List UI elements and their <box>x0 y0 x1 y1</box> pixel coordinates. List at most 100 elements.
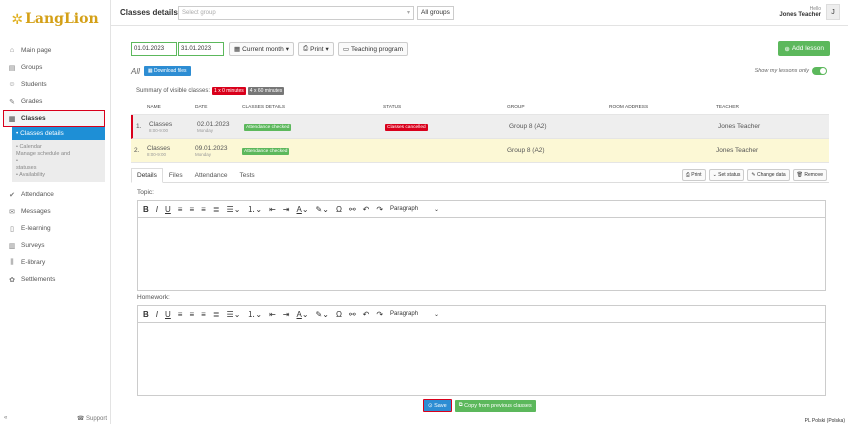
special-char-icon[interactable]: Ω <box>336 205 342 214</box>
current-month-button[interactable]: ▦ Current month ▾ <box>229 42 294 56</box>
date-to-input[interactable]: 31.01.2023 <box>178 42 224 56</box>
table-row[interactable]: 1. Classes 8:00-9:00 02.01.2023 Monday A… <box>131 115 829 139</box>
underline-icon[interactable]: U <box>165 205 171 214</box>
sidebar-item-grades[interactable]: ✎ Grades <box>0 93 110 110</box>
align-justify-icon[interactable]: ≣ <box>213 310 220 319</box>
remove-button[interactable]: 🗑 Remove <box>792 169 827 181</box>
sidebar-subitem-calendar[interactable]: • Calendar <box>12 144 105 151</box>
row-number: 2. <box>134 147 140 154</box>
column-header[interactable]: ROOM ADDRESS <box>609 105 716 110</box>
sidebar-subitem-classes-details[interactable]: • Classes details <box>12 127 105 140</box>
topic-text-area[interactable] <box>138 218 825 290</box>
sidebar-item-surveys[interactable]: ▥ Surveys <box>0 237 110 254</box>
date-from-input[interactable]: 01.01.2023 <box>131 42 177 56</box>
column-header[interactable]: TEACHER <box>716 105 826 110</box>
text-color-icon[interactable]: A⌄ <box>297 310 309 319</box>
language-indicator[interactable]: PL Polski (Polska) <box>805 418 845 424</box>
redo-icon[interactable]: ↷ <box>376 205 383 214</box>
link-icon[interactable]: ⚯ <box>349 310 356 319</box>
support-label: Support <box>85 416 107 422</box>
copy-icon: ⧉ <box>458 402 463 408</box>
italic-icon[interactable]: I <box>156 205 158 214</box>
print-dropdown-button[interactable]: ⎙ Print ▾ <box>297 42 334 56</box>
sidebar-item-elearning[interactable]: ▯ E-learning <box>0 220 110 237</box>
tab-attendance[interactable]: Attendance <box>189 168 234 183</box>
user-menu[interactable]: Hello Jones Teacher J <box>779 4 840 20</box>
undo-icon[interactable]: ↶ <box>363 310 370 319</box>
align-right-icon[interactable]: ≡ <box>201 310 206 319</box>
align-left-icon[interactable]: ≡ <box>178 310 183 319</box>
paragraph-format-select[interactable]: Paragraph ⌄ <box>390 206 446 213</box>
indent-icon[interactable]: ⇥ <box>283 205 290 214</box>
column-header[interactable]: GROUP <box>507 105 609 110</box>
align-center-icon[interactable]: ≡ <box>189 310 194 319</box>
italic-icon[interactable]: I <box>156 310 158 319</box>
numbered-list-icon[interactable]: ⒈⌄ <box>247 309 262 320</box>
column-header[interactable]: DATE <box>195 105 242 110</box>
align-justify-icon[interactable]: ≣ <box>213 205 220 214</box>
link-icon[interactable]: ⚯ <box>349 205 356 214</box>
column-header[interactable]: STATUS <box>383 105 507 110</box>
print-button[interactable]: ⎙ Print <box>681 169 706 181</box>
tab-files[interactable]: Files <box>163 168 189 183</box>
sidebar-item-attendance[interactable]: ✔ Attendance <box>0 186 110 203</box>
text-color-icon[interactable]: A⌄ <box>297 205 309 214</box>
special-char-icon[interactable]: Ω <box>336 310 342 319</box>
sidebar-item-elibrary[interactable]: ⫼ E-library <box>0 254 110 271</box>
paragraph-format-select[interactable]: Paragraph ⌄ <box>390 311 446 318</box>
numbered-list-icon[interactable]: ⒈⌄ <box>247 204 262 215</box>
sidebar-item-groups[interactable]: ▤ Groups <box>0 59 110 76</box>
teaching-program-button[interactable]: ▭ Teaching program <box>337 42 408 56</box>
bold-icon[interactable]: B <box>143 310 149 319</box>
tab-details[interactable]: Details <box>131 167 163 183</box>
bold-icon[interactable]: B <box>143 205 149 214</box>
set-status-button[interactable]: ⌄ Set status <box>708 169 745 181</box>
undo-icon[interactable]: ↶ <box>363 205 370 214</box>
add-lesson-button[interactable]: ⊕ Add lesson <box>778 41 830 56</box>
column-header[interactable]: CLASSES DETAILS <box>242 105 383 110</box>
tab-tests[interactable]: Tests <box>234 168 261 183</box>
my-lessons-toggle[interactable] <box>812 67 827 75</box>
homework-text-area[interactable] <box>138 323 825 395</box>
status-badge: Classes cancelled <box>385 124 428 131</box>
redo-icon[interactable]: ↷ <box>376 310 383 319</box>
align-center-icon[interactable]: ≡ <box>189 205 194 214</box>
group-select[interactable]: Select group ▾ <box>178 5 414 20</box>
summary-label: Summary of visible classes: <box>136 88 211 94</box>
sidebar-item-students[interactable]: ☺ Students <box>0 76 110 93</box>
collapse-sidebar-icon[interactable]: « <box>4 415 7 422</box>
logo[interactable]: ✲ LangLion <box>0 0 110 38</box>
classes-table: NAME DATE CLASSES DETAILS STATUS GROUP R… <box>131 100 829 163</box>
column-header[interactable]: NAME <box>147 105 195 110</box>
change-data-button[interactable]: ✎ Change data <box>747 169 790 181</box>
sidebar-item-classes[interactable]: ▦ Classes <box>3 110 105 127</box>
highlight-icon[interactable]: ✎⌄ <box>316 310 329 319</box>
sidebar-subitem-bullet: • <box>16 158 18 164</box>
underline-icon[interactable]: U <box>165 310 171 319</box>
summary-badge-held: 4 x 60 minutes <box>247 87 285 95</box>
highlight-icon[interactable]: ✎⌄ <box>316 205 329 214</box>
all-groups-button[interactable]: All groups <box>417 5 454 20</box>
support-link[interactable]: ☎ Support <box>77 415 107 422</box>
outdent-icon[interactable]: ⇤ <box>269 205 276 214</box>
bullet-list-icon[interactable]: ☰⌄ <box>227 310 241 319</box>
avatar[interactable]: J <box>826 4 840 20</box>
sidebar-subitem-manage-schedule[interactable]: Manage schedule and <box>12 151 105 158</box>
download-files-button[interactable]: ▦ Download files <box>143 66 191 76</box>
sidebar-item-label: Settlements <box>21 276 56 283</box>
align-right-icon[interactable]: ≡ <box>201 205 206 214</box>
table-row[interactable]: 2. Classes 8:00-9:00 09.01.2023 Monday A… <box>131 139 829 163</box>
align-left-icon[interactable]: ≡ <box>178 205 183 214</box>
outdent-icon[interactable]: ⇤ <box>269 310 276 319</box>
sidebar-item-main-page[interactable]: ⌂ Main page <box>0 42 110 59</box>
my-lessons-toggle-group: Show my lessons only <box>755 67 827 75</box>
sidebar-subitem-statuses[interactable]: statuses <box>12 165 105 172</box>
sidebar-item-messages[interactable]: ✉ Messages <box>0 203 110 220</box>
sidebar-item-settlements[interactable]: ✿ Settlements <box>0 271 110 288</box>
copy-previous-button[interactable]: ⧉ Copy from previous classes <box>454 399 536 412</box>
bullet-list-icon[interactable]: ☰⌄ <box>227 205 241 214</box>
sidebar-subitem-availability[interactable]: • Availability <box>12 172 105 179</box>
save-button[interactable]: ⊙ Save <box>423 399 452 412</box>
save-label: Save <box>434 402 447 409</box>
indent-icon[interactable]: ⇥ <box>283 310 290 319</box>
